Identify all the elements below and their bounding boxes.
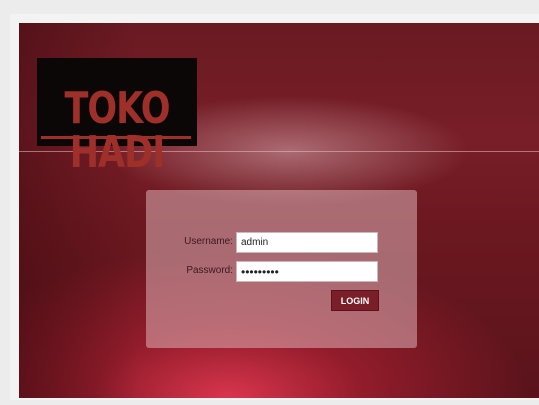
password-label: Password: <box>186 265 233 276</box>
logo-underline <box>41 136 191 139</box>
password-row: Password: <box>146 261 417 283</box>
login-form: Username: Password: LOGIN <box>146 190 417 348</box>
logo-text: TOKO HADI <box>64 84 171 178</box>
page-background: TOKO HADI Username: Password: LOGIN <box>19 23 539 398</box>
username-label: Username: <box>184 236 233 247</box>
password-input[interactable] <box>236 261 378 282</box>
username-row: Username: <box>146 232 417 254</box>
username-input[interactable] <box>236 232 378 253</box>
login-button[interactable]: LOGIN <box>331 290 379 311</box>
browser-viewport: TOKO HADI Username: Password: LOGIN <box>10 14 539 400</box>
store-logo: TOKO HADI <box>37 58 197 175</box>
